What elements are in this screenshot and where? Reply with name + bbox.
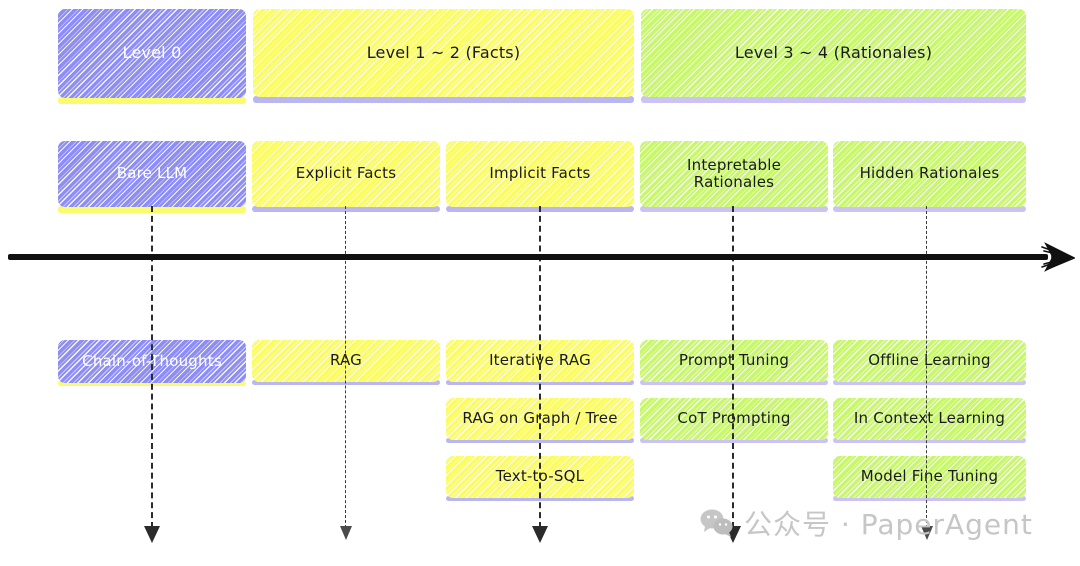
level-0-band[interactable]: Level 0 [58, 9, 246, 98]
method-model-fine-tuning-label: Model Fine Tuning [860, 467, 999, 486]
connector-arrowhead-column-5 [921, 526, 933, 540]
method-prompt-tuning[interactable]: Prompt Tuning [640, 340, 828, 382]
level-0-band-label: Level 0 [122, 43, 182, 63]
category-implicit-facts[interactable]: Implicit Facts [446, 141, 634, 207]
connector-arrowhead-column-4 [725, 526, 741, 543]
level-1-2-band-shadow [253, 96, 634, 103]
method-in-context-learning-label: In Context Learning [853, 409, 1006, 428]
method-offline-learning[interactable]: Offline Learning [833, 340, 1026, 382]
category-hidden-rationales[interactable]: Hidden Rationales [833, 141, 1026, 207]
method-prompt-tuning-label: Prompt Tuning [678, 351, 790, 370]
category-bare-llm[interactable]: Bare LLM [58, 141, 246, 207]
method-cot-prompting[interactable]: CoT Prompting [640, 398, 828, 440]
category-intepretable-rationales[interactable]: Intepretable Rationales [640, 141, 828, 207]
category-implicit-facts-label: Implicit Facts [489, 164, 591, 183]
method-in-context-learning[interactable]: In Context Learning [833, 398, 1026, 440]
category-explicit-facts[interactable]: Explicit Facts [252, 141, 440, 207]
method-model-fine-tuning[interactable]: Model Fine Tuning [833, 456, 1026, 498]
timeline-axis [8, 254, 1048, 260]
level-1-2-band[interactable]: Level 1 ~ 2 (Facts) [253, 9, 634, 97]
level-1-2-band-label: Level 1 ~ 2 (Facts) [366, 42, 521, 62]
watermark-text: 公众号 · PaperAgent [744, 508, 1033, 541]
level-3-4-band-shadow [641, 96, 1026, 103]
level-3-4-band[interactable]: Level 3 ~ 4 (Rationales) [641, 9, 1026, 97]
watermark: 公众号 · PaperAgent [700, 503, 1033, 543]
level-3-4-band-label: Level 3 ~ 4 (Rationales) [734, 42, 933, 62]
connector-arrowhead-column-1 [144, 526, 160, 543]
category-hidden-rationales-label: Hidden Rationales [859, 164, 1000, 183]
method-offline-learning-label: Offline Learning [868, 351, 991, 370]
connector-arrowhead-column-3 [532, 526, 548, 543]
category-explicit-facts-label: Explicit Facts [295, 164, 397, 183]
diagram-canvas: Level 0 Level 1 ~ 2 (Facts) Level 3 ~ 4 … [0, 0, 1080, 566]
connector-arrowhead-column-2 [340, 526, 352, 540]
method-rag[interactable]: RAG [252, 340, 440, 382]
timeline-axis-arrowhead [1041, 242, 1075, 272]
category-intepretable-rationales-label-line2: Rationales [693, 173, 775, 191]
category-intepretable-rationales-label-line1: Intepretable [686, 155, 782, 174]
category-bare-llm-label: Bare LLM [116, 164, 188, 183]
level-0-band-shadow [58, 97, 246, 104]
